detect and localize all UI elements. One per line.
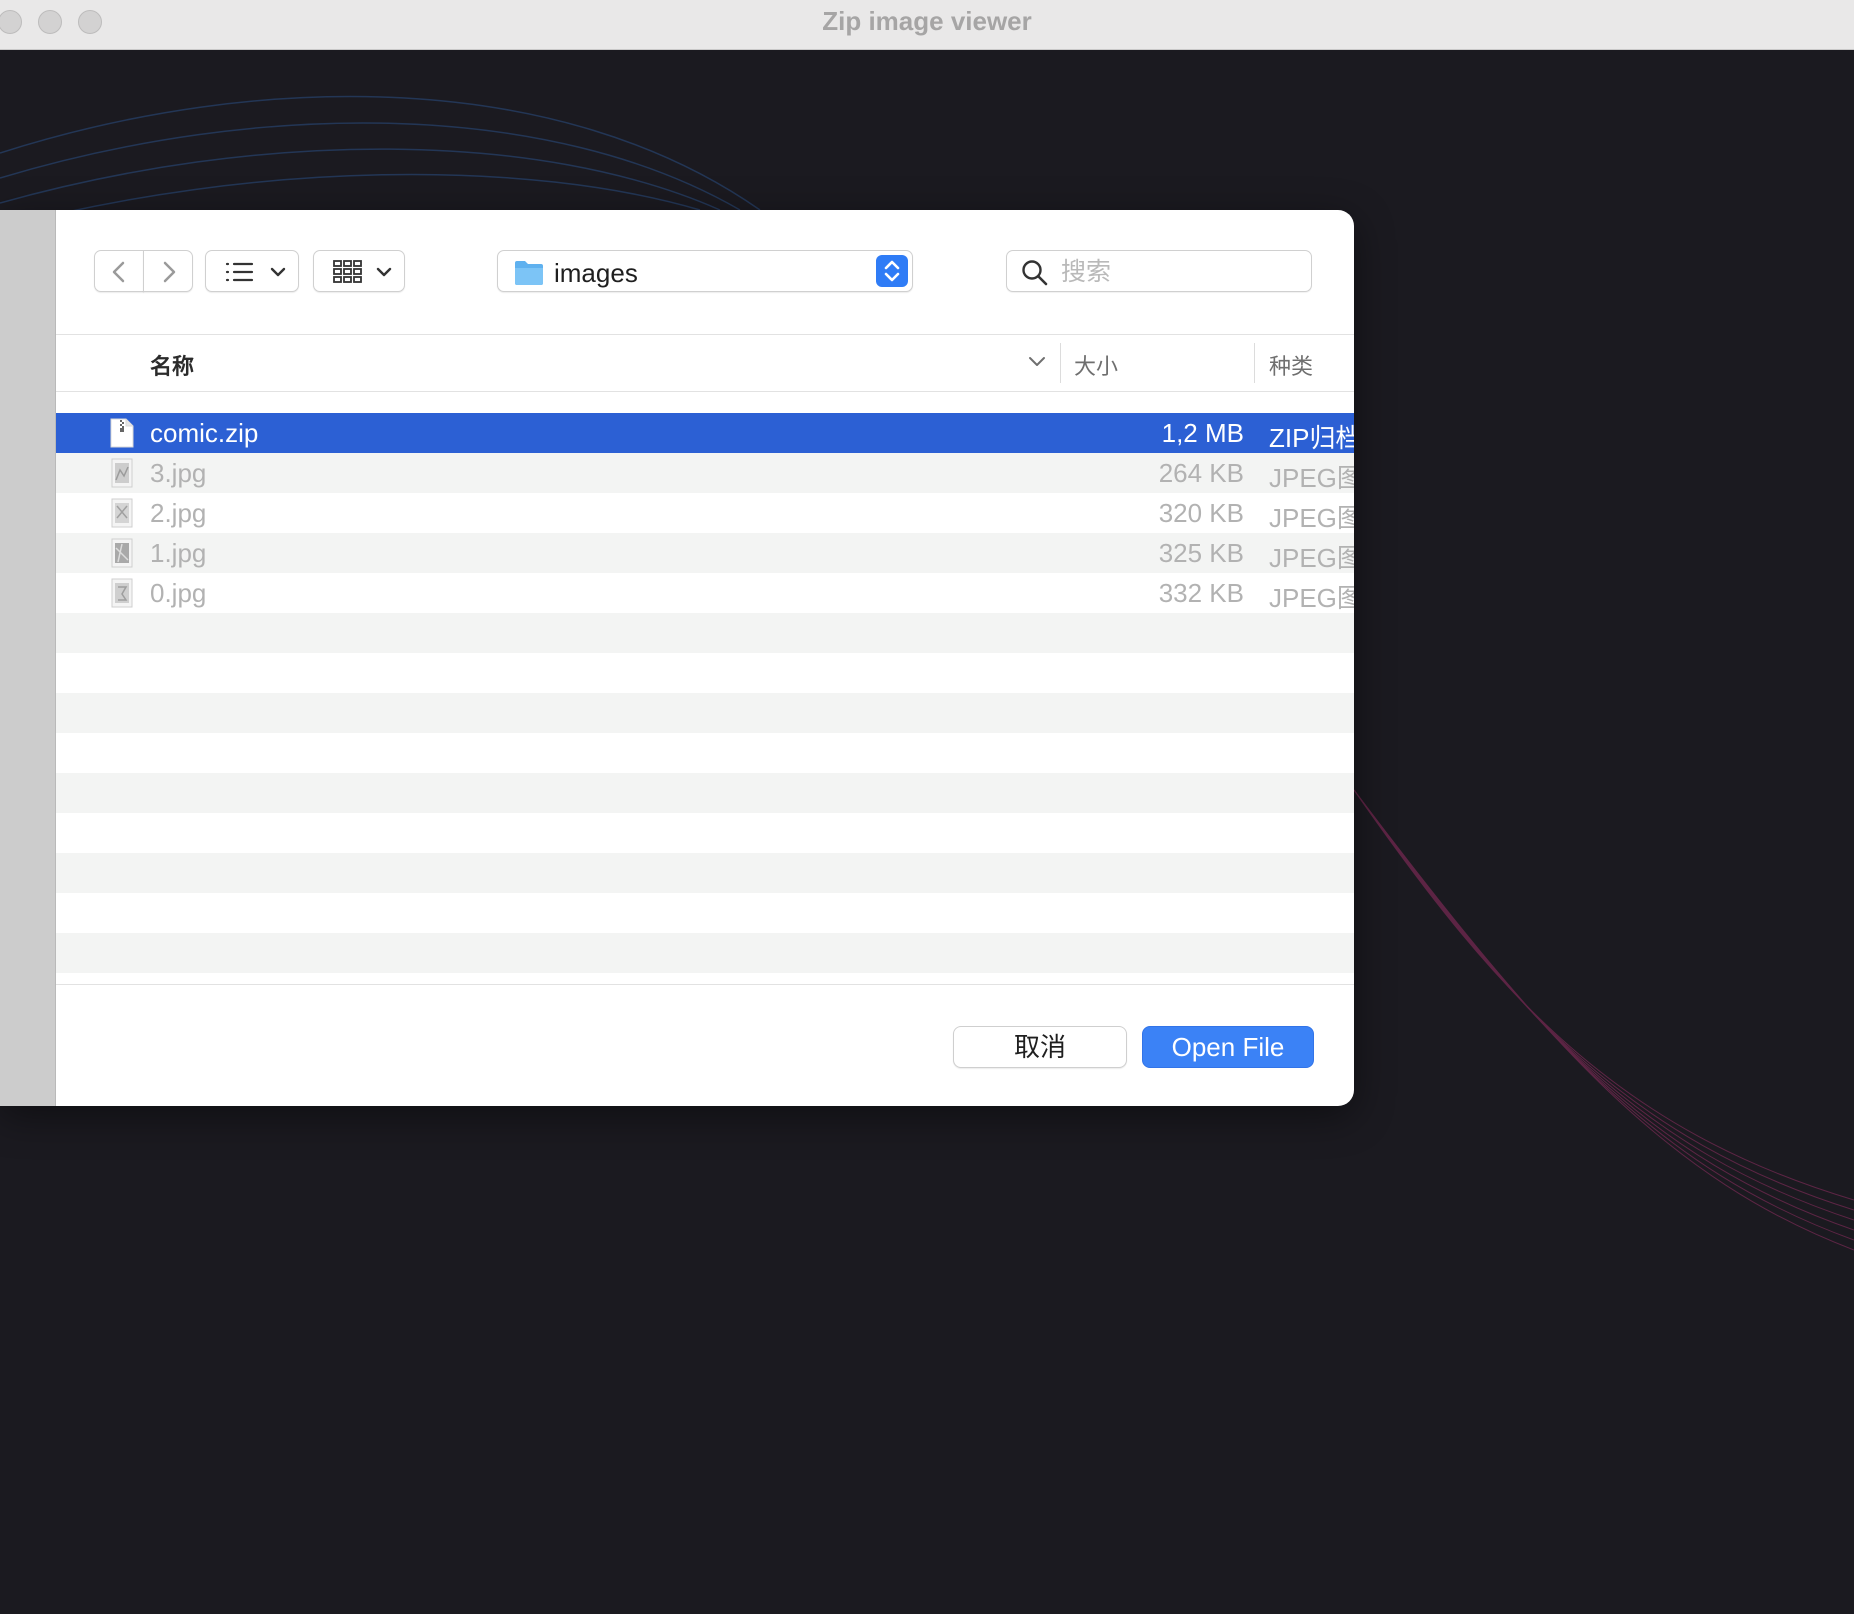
forward-button[interactable]	[143, 250, 193, 292]
file-size: 264 KB	[1158, 458, 1244, 488]
folder-path-popup[interactable]: images	[497, 250, 913, 292]
file-kind: JPEG图	[1269, 583, 1354, 613]
chevron-right-icon	[163, 261, 176, 283]
file-size: 325 KB	[1158, 538, 1244, 568]
empty-row	[56, 773, 1354, 813]
empty-row	[56, 813, 1354, 853]
dialog-sidebar	[0, 210, 56, 1106]
back-button[interactable]	[94, 250, 144, 292]
file-name: 1.jpg	[150, 538, 207, 568]
file-size: 320 KB	[1158, 498, 1244, 528]
file-name: 0.jpg	[150, 578, 207, 608]
empty-row	[56, 733, 1354, 773]
file-row[interactable]: 0.jpg 332 KB JPEG图	[56, 573, 1354, 613]
empty-row	[56, 853, 1354, 893]
empty-row	[56, 693, 1354, 733]
column-size-header[interactable]: 大小	[1074, 349, 1118, 381]
file-row[interactable]: 1.jpg 325 KB JPEG图	[56, 533, 1354, 573]
folder-icon	[515, 261, 543, 285]
image-file-icon	[111, 498, 133, 528]
window-titlebar: Zip image viewer	[0, 0, 1854, 50]
footer-divider	[56, 984, 1354, 985]
search-icon	[1022, 260, 1048, 286]
column-name-header[interactable]: 名称	[150, 349, 194, 381]
column-header: 名称 大小 种类	[56, 334, 1354, 392]
image-file-icon	[111, 578, 133, 608]
empty-row	[56, 613, 1354, 653]
folder-stepper[interactable]	[876, 255, 908, 287]
file-kind: JPEG图	[1269, 543, 1354, 573]
open-file-button[interactable]: Open File	[1142, 1026, 1314, 1068]
file-kind: ZIP归档	[1269, 423, 1354, 453]
file-kind: JPEG图	[1269, 463, 1354, 493]
empty-row	[56, 933, 1354, 973]
list-icon	[225, 262, 286, 282]
cancel-button[interactable]: 取消	[953, 1026, 1127, 1068]
window-title: Zip image viewer	[822, 6, 1032, 36]
file-name: 2.jpg	[150, 498, 207, 528]
file-row[interactable]: comic.zip 1,2 MB ZIP归档	[56, 413, 1354, 453]
file-kind: JPEG图	[1269, 503, 1354, 533]
search-field[interactable]	[1006, 250, 1312, 292]
empty-row	[56, 893, 1354, 933]
file-list: comic.zip 1,2 MB ZIP归档 3.jpg 264 KB JPEG…	[56, 403, 1354, 973]
search-input[interactable]	[1061, 257, 1301, 287]
grid-view-button[interactable]	[313, 250, 405, 292]
list-view-button[interactable]	[205, 250, 299, 292]
chevron-down-icon[interactable]	[1028, 355, 1046, 369]
empty-row	[56, 653, 1354, 693]
zip-file-icon	[110, 418, 134, 448]
current-folder-label: images	[554, 258, 638, 288]
column-divider[interactable]	[1060, 343, 1061, 383]
column-divider[interactable]	[1254, 343, 1255, 383]
column-kind-header[interactable]: 种类	[1269, 349, 1313, 381]
file-row[interactable]: 2.jpg 320 KB JPEG图	[56, 493, 1354, 533]
file-name: 3.jpg	[150, 458, 207, 488]
open-file-dialog: images 名称 大小 种类	[0, 210, 1354, 1106]
image-file-icon	[111, 538, 133, 568]
file-name: comic.zip	[150, 418, 259, 448]
file-size: 1,2 MB	[1161, 418, 1244, 448]
file-row[interactable]: 3.jpg 264 KB JPEG图	[56, 453, 1354, 493]
file-size: 332 KB	[1158, 578, 1244, 608]
grid-icon	[333, 260, 392, 283]
chevron-up-down-icon	[884, 260, 900, 282]
image-file-icon	[111, 458, 133, 488]
chevron-left-icon	[112, 261, 125, 283]
